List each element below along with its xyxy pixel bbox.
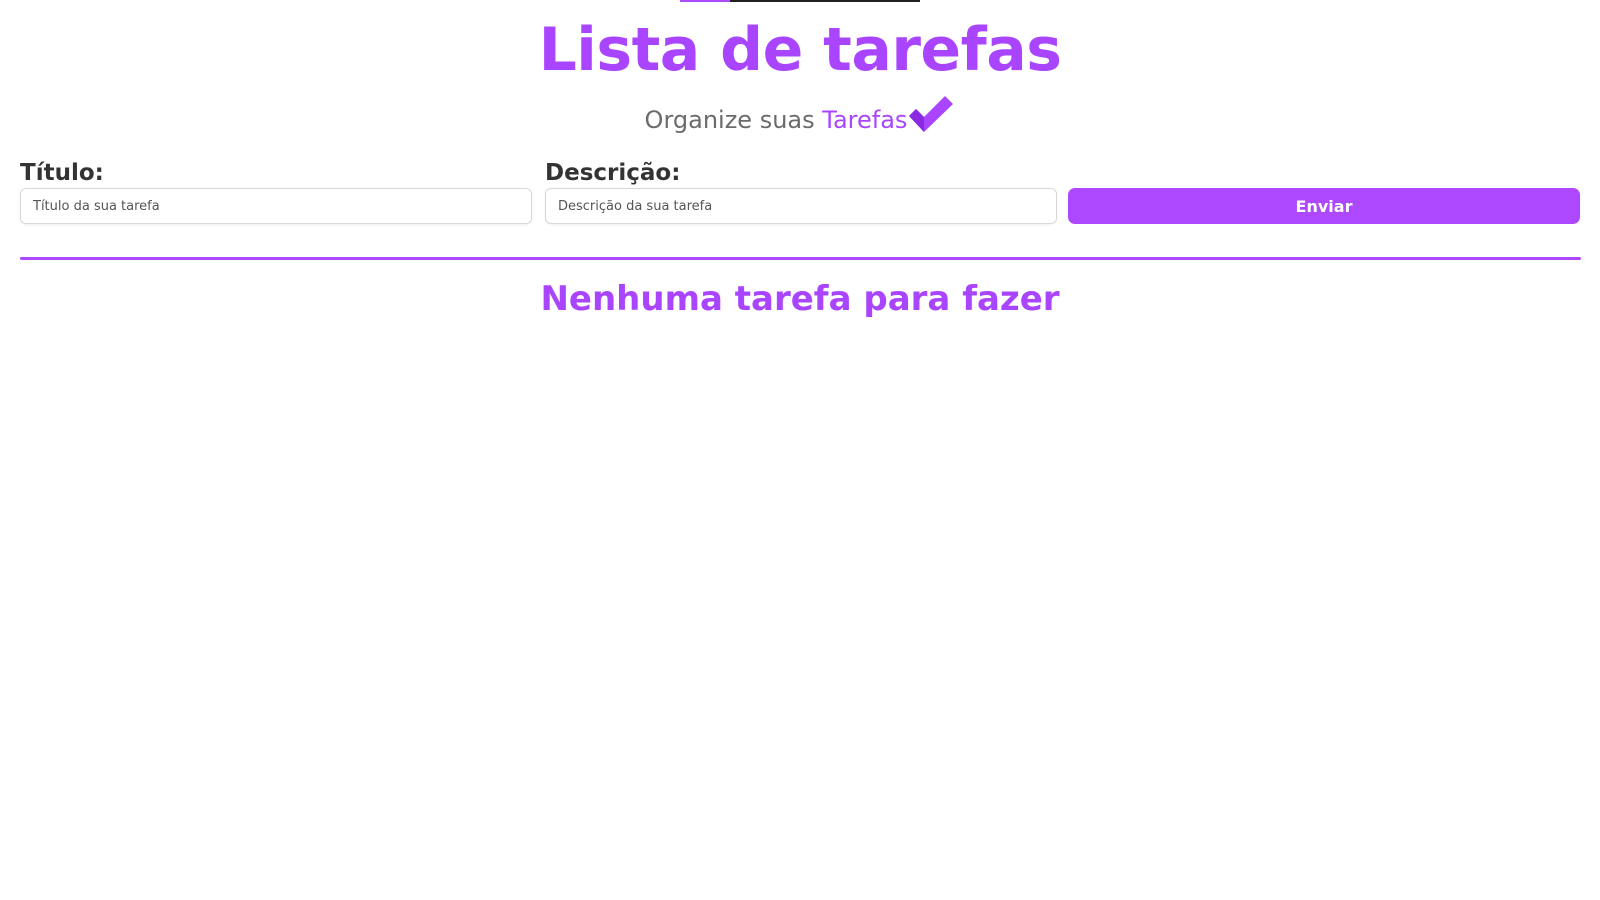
subtitle-accent: Tarefas [822, 106, 908, 134]
empty-tasks-message: Nenhuma tarefa para fazer [540, 279, 1060, 319]
check-icon [907, 96, 955, 134]
subtitle-prefix: Organize suas [644, 106, 815, 134]
page-subtitle: Organize suas Tarefas [0, 96, 1600, 136]
description-label: Descrição: [545, 160, 681, 186]
description-input[interactable] [545, 188, 1057, 224]
top-decoration-accent [680, 0, 730, 2]
submit-button[interactable]: Enviar [1068, 188, 1580, 224]
top-decoration-line [680, 0, 920, 2]
title-input[interactable] [20, 188, 532, 224]
divider [20, 257, 1581, 260]
page-title: Lista de tarefas [538, 15, 1062, 85]
title-label: Título: [20, 160, 104, 186]
